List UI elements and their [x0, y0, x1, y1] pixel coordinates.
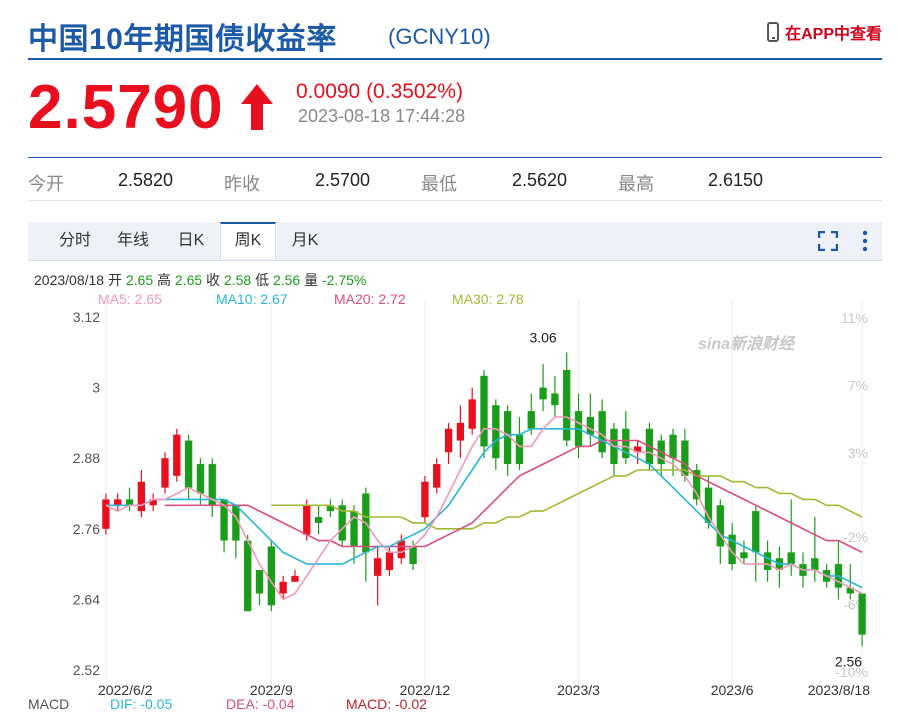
candle-body — [515, 434, 524, 465]
candle-body — [811, 558, 819, 570]
macd-value: MACD: -0.02 — [346, 696, 427, 712]
y-tick-label: 2.64 — [73, 591, 100, 607]
candle-body — [456, 422, 465, 441]
candle-body — [279, 581, 287, 594]
pct-tick-label: 3% — [848, 445, 868, 461]
candle-body — [433, 464, 441, 488]
kline-chart[interactable]: 3.1232.882.762.642.5211%7%3%-2%-6%-10%20… — [0, 0, 898, 720]
candle-body — [468, 399, 476, 429]
extreme-value-label: 2.56 — [835, 653, 862, 669]
candle-body — [114, 499, 122, 506]
candle-body — [385, 552, 394, 570]
x-tick-label: 2023/8/18 — [808, 682, 870, 698]
y-tick-label: 2.52 — [73, 662, 100, 678]
candle-body — [303, 505, 311, 535]
candle-body — [125, 499, 134, 506]
candle-body — [492, 405, 500, 459]
y-tick-label: 3 — [92, 380, 100, 396]
candle-body — [196, 464, 205, 494]
candle-body — [480, 375, 488, 447]
y-tick-label: 3.12 — [73, 309, 100, 325]
candle-body — [184, 440, 193, 488]
candle-body — [267, 546, 275, 606]
y-tick-label: 2.76 — [73, 521, 100, 537]
candle-body — [539, 387, 547, 400]
candle-body — [102, 499, 110, 529]
candle-body — [161, 458, 169, 488]
candle-body — [787, 552, 795, 565]
candle-body — [173, 434, 181, 476]
candle-body — [291, 575, 299, 582]
candle-body — [586, 417, 595, 435]
candle-body — [716, 505, 724, 547]
pct-tick-label: -2% — [843, 529, 868, 545]
candle-body — [409, 546, 417, 565]
macd-dif: DIF: -0.05 — [110, 696, 173, 712]
candle-body — [244, 540, 252, 612]
pct-tick-label: 7% — [848, 377, 868, 393]
candle-body — [421, 481, 429, 518]
candle-body — [563, 369, 571, 441]
candle-body — [444, 428, 453, 453]
candle-body — [314, 517, 323, 523]
candle-body — [763, 552, 772, 570]
candle-body — [598, 411, 606, 453]
x-tick-label: 2023/6 — [711, 682, 754, 698]
y-tick-label: 2.88 — [73, 450, 100, 466]
candle-body — [669, 434, 677, 459]
candle-body — [858, 593, 866, 635]
macd-dea: DEA: -0.04 — [226, 696, 295, 712]
x-tick-label: 2023/3 — [557, 682, 600, 698]
candle-body — [137, 481, 146, 512]
candle-body — [752, 511, 760, 553]
extreme-value-label: 3.06 — [529, 329, 556, 345]
candle-body — [373, 558, 382, 576]
macd-label: MACD — [28, 696, 70, 712]
candle-body — [551, 393, 559, 406]
candle-body — [740, 552, 748, 559]
candle-body — [255, 569, 264, 594]
pct-tick-label: 11% — [841, 310, 868, 326]
candle-body — [527, 411, 535, 429]
candle-body — [397, 540, 405, 559]
